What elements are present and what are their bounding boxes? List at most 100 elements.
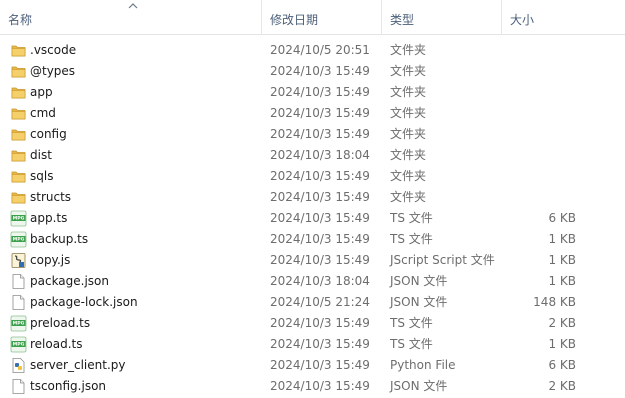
column-header-date-label: 修改日期 (270, 13, 319, 27)
file-row[interactable]: structs 2024/10/3 15:49 文件夹 (0, 187, 625, 208)
file-row[interactable]: copy.js 2024/10/3 15:49 JScript Script 文件 1… (0, 250, 625, 271)
file-size: 148 KB (533, 295, 576, 309)
mpg-file-icon: MPG (10, 315, 27, 332)
file-modified-date: 2024/10/3 15:49 (270, 127, 370, 141)
blank-file-icon (10, 294, 27, 311)
file-modified-date: 2024/10/3 15:49 (270, 190, 370, 204)
file-row[interactable]: .vscode 2024/10/5 20:51 文件夹 (0, 40, 625, 61)
mpg-file-icon: MPG (10, 231, 27, 248)
file-name: config (30, 127, 67, 141)
column-header-bar: 名称 修改日期 类型 大小 (0, 0, 625, 35)
folder-icon (10, 126, 27, 143)
file-row[interactable]: MPG backup.ts 2024/10/3 15:49 TS 文件 1 KB (0, 229, 625, 250)
file-row[interactable]: @types 2024/10/3 15:49 文件夹 (0, 61, 625, 82)
file-type: 文件夹 (390, 43, 427, 57)
blank-file-icon (10, 273, 27, 290)
file-type: JSON 文件 (390, 379, 448, 393)
folder-icon (10, 105, 27, 122)
file-modified-date: 2024/10/5 20:51 (270, 43, 370, 57)
file-name: cmd (30, 106, 56, 120)
file-modified-date: 2024/10/3 15:49 (270, 169, 370, 183)
file-row[interactable]: MPG app.ts 2024/10/3 15:49 TS 文件 6 KB (0, 208, 625, 229)
column-header-name-label: 名称 (8, 13, 33, 27)
column-header-type-label: 类型 (390, 13, 415, 27)
file-modified-date: 2024/10/3 15:49 (270, 358, 370, 372)
column-header-size-label: 大小 (510, 13, 535, 27)
file-type: 文件夹 (390, 190, 427, 204)
file-name: package.json (30, 274, 110, 288)
column-header-size[interactable]: 大小 (502, 0, 625, 34)
svg-text:MPG: MPG (13, 216, 25, 222)
file-row[interactable]: tsconfig.json 2024/10/3 15:49 JSON 文件 2 KB (0, 376, 625, 397)
file-modified-date: 2024/10/3 15:49 (270, 106, 370, 120)
file-size: 1 KB (548, 337, 576, 351)
file-name: sqls (30, 169, 54, 183)
file-modified-date: 2024/10/5 21:24 (270, 295, 370, 309)
file-name: reload.ts (30, 337, 83, 351)
file-row[interactable]: package-lock.json 2024/10/5 21:24 JSON 文件 1… (0, 292, 625, 313)
file-type: Python File (390, 358, 456, 372)
file-type: 文件夹 (390, 85, 427, 99)
blank-file-icon (10, 378, 27, 395)
script-file-icon (10, 252, 27, 269)
file-name: structs (30, 190, 72, 204)
python-file-icon (10, 357, 27, 374)
file-row[interactable]: dist 2024/10/3 18:04 文件夹 (0, 145, 625, 166)
file-name: app.ts (30, 211, 68, 225)
file-type: JScript Script 文件 (390, 253, 495, 267)
file-size: 2 KB (548, 316, 576, 330)
file-name: package-lock.json (30, 295, 138, 309)
folder-icon (10, 63, 27, 80)
file-name: .vscode (30, 43, 77, 57)
folder-icon (10, 84, 27, 101)
file-name: app (30, 85, 53, 99)
file-row[interactable]: sqls 2024/10/3 15:49 文件夹 (0, 166, 625, 187)
file-row[interactable]: MPG preload.ts 2024/10/3 15:49 TS 文件 2 KB (0, 313, 625, 334)
mpg-file-icon: MPG (10, 336, 27, 353)
column-header-name[interactable]: 名称 (0, 0, 262, 34)
file-row[interactable]: cmd 2024/10/3 15:49 文件夹 (0, 103, 625, 124)
folder-icon (10, 147, 27, 164)
file-type: TS 文件 (390, 211, 433, 225)
file-type: 文件夹 (390, 64, 427, 78)
column-header-date[interactable]: 修改日期 (262, 0, 382, 34)
folder-icon (10, 42, 27, 59)
file-row[interactable]: package.json 2024/10/3 18:04 JSON 文件 1 KB (0, 271, 625, 292)
file-modified-date: 2024/10/3 15:49 (270, 337, 370, 351)
file-size: 2 KB (548, 379, 576, 393)
file-name: dist (30, 148, 52, 162)
sort-ascending-icon (128, 2, 138, 10)
file-row[interactable]: config 2024/10/3 15:49 文件夹 (0, 124, 625, 145)
file-modified-date: 2024/10/3 15:49 (270, 85, 370, 99)
file-type: TS 文件 (390, 337, 433, 351)
file-name: preload.ts (30, 316, 91, 330)
file-type: 文件夹 (390, 106, 427, 120)
svg-text:MPG: MPG (13, 237, 25, 243)
file-row[interactable]: MPG reload.ts 2024/10/3 15:49 TS 文件 1 KB (0, 334, 625, 355)
file-modified-date: 2024/10/3 18:04 (270, 148, 370, 162)
file-size: 6 KB (548, 211, 576, 225)
file-modified-date: 2024/10/3 15:49 (270, 253, 370, 267)
svg-text:MPG: MPG (13, 321, 25, 327)
file-type: JSON 文件 (390, 295, 448, 309)
file-size: 6 KB (548, 358, 576, 372)
file-type: 文件夹 (390, 148, 427, 162)
file-name: @types (30, 64, 76, 78)
file-row[interactable]: app 2024/10/3 15:49 文件夹 (0, 82, 625, 103)
file-modified-date: 2024/10/3 18:04 (270, 274, 370, 288)
file-name: tsconfig.json (30, 379, 107, 393)
file-type: TS 文件 (390, 316, 433, 330)
file-modified-date: 2024/10/3 15:49 (270, 64, 370, 78)
file-modified-date: 2024/10/3 15:49 (270, 211, 370, 225)
file-modified-date: 2024/10/3 15:49 (270, 379, 370, 393)
file-name: copy.js (30, 253, 71, 267)
file-type: TS 文件 (390, 232, 433, 246)
file-row[interactable]: server_client.py 2024/10/3 15:49 Python Fi… (0, 355, 625, 376)
mpg-file-icon: MPG (10, 210, 27, 227)
file-modified-date: 2024/10/3 15:49 (270, 316, 370, 330)
file-name: server_client.py (30, 358, 126, 372)
column-header-type[interactable]: 类型 (382, 0, 502, 34)
file-size: 1 KB (548, 253, 576, 267)
file-type: 文件夹 (390, 127, 427, 141)
svg-text:MPG: MPG (13, 342, 25, 348)
